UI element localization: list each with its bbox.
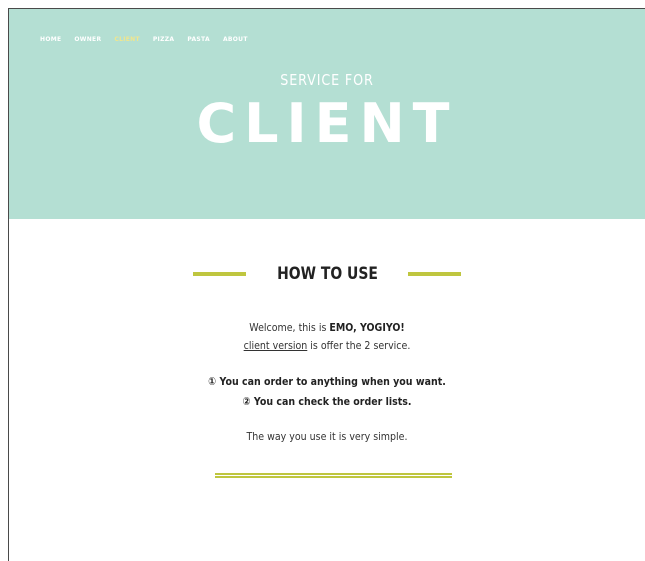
nav-item-home[interactable]: HOME <box>40 36 61 43</box>
bottom-divider <box>215 473 452 478</box>
service-count-text: is offer the 2 service. <box>307 339 411 352</box>
nav-item-owner[interactable]: OWNER <box>74 36 101 43</box>
top-nav: HOME OWNER CLIENT PIZZA PASTA ABOUT <box>40 36 248 43</box>
welcome-prefix: Welcome, this is <box>249 321 330 334</box>
nav-item-client[interactable]: CLIENT <box>114 36 139 43</box>
welcome-line: Welcome, this is EMO, YOGIYO! <box>54 320 601 336</box>
client-version-link[interactable]: client version <box>244 339 308 352</box>
simple-note: The way you use it is very simple. <box>246 430 408 443</box>
service-count-line: client version is offer the 2 service. <box>54 338 601 354</box>
hero-banner: HOME OWNER CLIENT PIZZA PASTA ABOUT SERV… <box>9 9 645 219</box>
nav-item-pasta[interactable]: PASTA <box>187 36 210 43</box>
nav-item-pizza[interactable]: PIZZA <box>153 36 174 43</box>
page-frame: HOME OWNER CLIENT PIZZA PASTA ABOUT SERV… <box>8 8 645 561</box>
nav-item-about[interactable]: ABOUT <box>223 36 248 43</box>
hero-subtitle: SERVICE FOR <box>280 71 374 89</box>
service-item-check-orders: ② You can check the order lists. <box>242 395 412 408</box>
brand-name: EMO, YOGIYO! <box>329 321 405 334</box>
service-item-order: ① You can order to anything when you wan… <box>208 375 446 388</box>
hero-title: CLIENT <box>196 92 458 155</box>
how-to-use-section: HOW TO USE Welcome, this is EMO, YOGIYO!… <box>9 219 645 561</box>
heading-rule-left <box>192 272 246 276</box>
heading-rule-right <box>408 272 462 276</box>
section-heading: HOW TO USE <box>276 264 378 284</box>
heading-row: HOW TO USE <box>9 264 645 284</box>
